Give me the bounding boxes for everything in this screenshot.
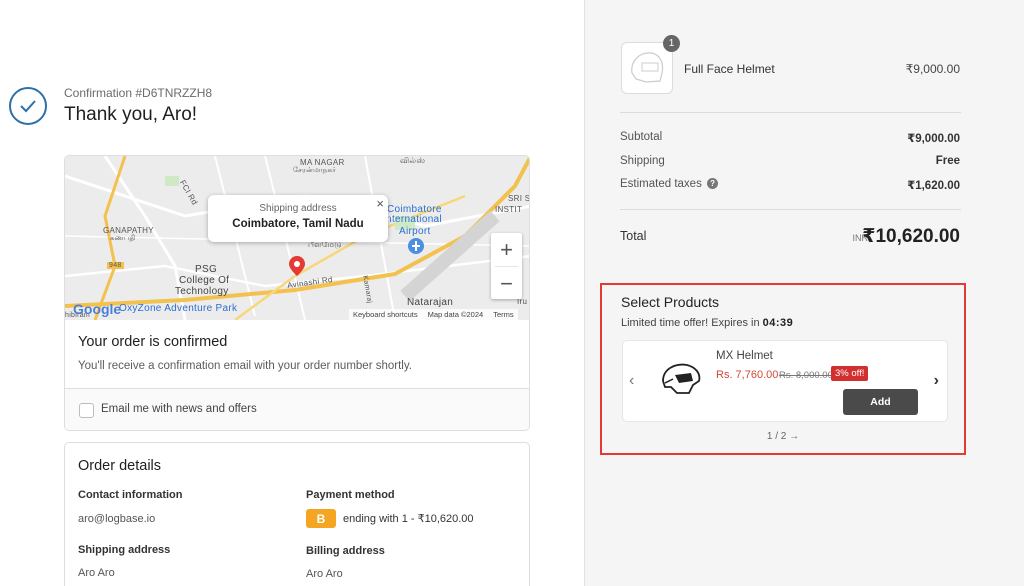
map-label: சேரன்மாநகர்: [293, 166, 336, 175]
route-shield: 948: [107, 262, 124, 269]
keyboard-shortcuts-link[interactable]: Keyboard shortcuts: [353, 310, 418, 319]
taxes-value: ₹1,620.00: [907, 178, 960, 192]
location-pin-icon: [289, 256, 305, 276]
order-status-card: MA NAGAR சேரன்மாநகர் வில்ஸ் FCI Rd GANAP…: [64, 155, 530, 431]
map-label: INSTIT: [495, 205, 522, 214]
product-name: Full Face Helmet: [684, 62, 775, 76]
divider: [620, 112, 961, 113]
terms-link[interactable]: Terms: [493, 310, 513, 319]
mx-helmet-image: [659, 361, 703, 397]
map-label: கணபதி: [110, 234, 136, 243]
map-label: OxyZone Adventure Park: [119, 303, 237, 314]
upsell-product-card: ‹ MX Helmet Rs. 7,760.00 Rs. 8,000.00 3%…: [622, 340, 948, 422]
close-icon[interactable]: ×: [376, 196, 384, 211]
select-products-widget: Select Products Limited time offer! Expi…: [600, 283, 966, 455]
email-opt-in: Email me with news and offers: [65, 388, 530, 431]
quantity-badge: 1: [663, 35, 680, 52]
total-label: Total: [620, 229, 646, 243]
upsell-product-name: MX Helmet: [716, 350, 773, 362]
order-details-card: Order details Contact information aro@lo…: [64, 442, 530, 586]
taxes-label-text: Estimated taxes: [620, 178, 702, 190]
payment-detail: ending with 1 - ₹10,620.00: [343, 512, 474, 525]
shipping-heading: Shipping address: [78, 544, 170, 556]
product-price: ₹9,000.00: [906, 62, 960, 76]
taxes-label: Estimated taxes ?: [620, 178, 718, 190]
add-button[interactable]: Add: [843, 389, 918, 415]
helmet-icon: [622, 43, 672, 93]
map-popup: Shipping address Coimbatore, Tamil Nadu …: [208, 195, 388, 242]
payment-method-icon: B: [306, 509, 336, 528]
order-confirmed-title: Your order is confirmed: [78, 334, 227, 350]
google-logo: Google: [73, 301, 121, 317]
confirmation-panel: Confirmation #D6TNRZZH8 Thank you, Aro! …: [0, 0, 584, 586]
map-footer: Keyboard shortcuts Map data ©2024 Terms: [349, 309, 518, 320]
divider: [620, 209, 961, 210]
email-opt-in-checkbox[interactable]: [79, 403, 94, 418]
order-details-title: Order details: [78, 458, 161, 474]
map-label: வில்ஸ்: [400, 156, 425, 166]
payment-heading: Payment method: [306, 489, 395, 501]
order-confirmed-subtitle: You'll receive a confirmation email with…: [78, 360, 412, 372]
zoom-in-button[interactable]: +: [491, 233, 522, 266]
map-label: SRI S: [508, 194, 530, 203]
zoom-out-button[interactable]: −: [491, 267, 522, 300]
map-label: PSG: [195, 264, 217, 275]
chevron-right-icon[interactable]: ›: [934, 372, 939, 390]
order-summary-panel: 1 Full Face Helmet ₹9,000.00 Subtotal ₹9…: [584, 0, 1024, 586]
billing-name: Aro Aro: [306, 568, 343, 580]
shipping-name: Aro Aro: [78, 567, 115, 579]
subtotal-value: ₹9,000.00: [907, 131, 960, 145]
contact-email: aro@logbase.io: [78, 513, 155, 525]
airport-icon: [408, 238, 424, 256]
map-label: International: [383, 214, 442, 225]
page-title: Thank you, Aro!: [64, 104, 197, 126]
map-label: Technology: [175, 286, 229, 297]
shipping-label: Shipping: [620, 155, 665, 167]
upsell-title: Select Products: [621, 294, 719, 310]
offer-label: Limited time offer! Expires in: [621, 317, 760, 329]
offer-text: Limited time offer! Expires in 04:39: [621, 317, 793, 329]
upsell-original-price: Rs. 8,000.00: [779, 370, 833, 381]
check-circle-icon: [9, 87, 47, 125]
total-value: ₹10,620.00: [862, 225, 960, 248]
map-label: Natarajan: [407, 297, 453, 308]
map-label: Airport: [399, 226, 431, 237]
popup-city: Coimbatore, Tamil Nadu: [208, 218, 388, 230]
billing-heading: Billing address: [306, 545, 385, 557]
confirmation-number: Confirmation #D6TNRZZH8: [64, 86, 212, 100]
contact-heading: Contact information: [78, 489, 183, 501]
upsell-sale-price: Rs. 7,760.00: [716, 369, 778, 381]
chevron-left-icon[interactable]: ‹: [629, 372, 634, 390]
subtotal-label: Subtotal: [620, 131, 662, 143]
shipping-map[interactable]: MA NAGAR சேரன்மாநகர் வில்ஸ் FCI Rd GANAP…: [65, 156, 530, 320]
zoom-controls: + −: [491, 233, 522, 299]
carousel-pager[interactable]: 1 / 2 →: [602, 431, 964, 442]
email-opt-in-label[interactable]: Email me with news and offers: [101, 403, 257, 415]
map-label: College Of: [179, 275, 229, 286]
help-icon[interactable]: ?: [707, 178, 718, 189]
discount-badge: 3% off!: [831, 366, 868, 381]
popup-title: Shipping address: [208, 203, 388, 214]
map-data-label: Map data ©2024: [428, 310, 484, 319]
countdown-timer: 04:39: [763, 317, 794, 329]
shipping-value: Free: [936, 155, 960, 167]
